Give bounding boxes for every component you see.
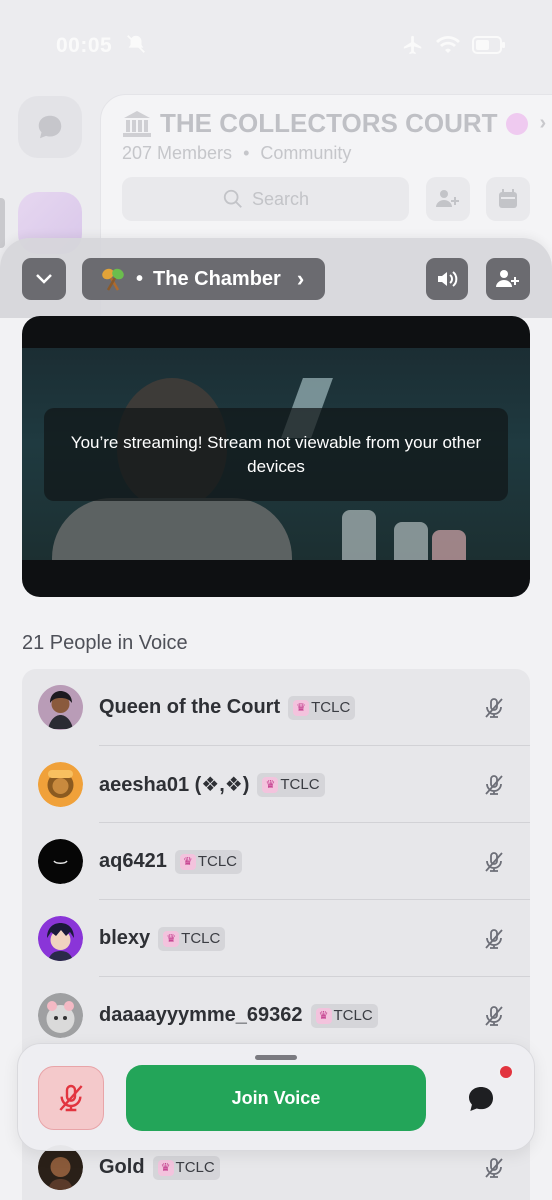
member-name-text: blexy: [99, 927, 151, 949]
member-count: 207 Members: [122, 143, 233, 163]
server-tag-text: TCLC: [181, 930, 221, 947]
notification-dot: [498, 1064, 514, 1080]
server-tag-text: TCLC: [311, 699, 351, 716]
stream-notice-text: You’re streaming! Stream not viewable fr…: [70, 432, 482, 476]
server-invite-button[interactable]: [426, 177, 470, 221]
crown-icon: ♛: [163, 930, 180, 947]
member-row[interactable]: Queen of the Court ♛ TCLC: [22, 669, 530, 746]
chat-bubble-icon: [469, 1087, 493, 1111]
avatar: [38, 762, 83, 807]
invite-to-voice-button[interactable]: [486, 258, 530, 300]
member-row[interactable]: blexy ♛ TCLC: [22, 900, 530, 977]
channel-name: The Chamber: [153, 267, 281, 290]
crown-icon: ♛: [293, 699, 310, 716]
stream-notice: You’re streaming! Stream not viewable fr…: [44, 408, 508, 501]
crown-icon: ♛: [262, 776, 279, 793]
channel-bullet: •: [136, 267, 144, 290]
server-tag-text: TCLC: [175, 1159, 215, 1176]
calendar-icon: [499, 189, 517, 208]
status-bar: 00:05: [0, 0, 552, 90]
member-name-text: Queen of the Court: [99, 696, 281, 718]
search-icon: [223, 189, 242, 208]
member-name: aeesha01 (❖,❖) ♛ TCLC: [99, 772, 325, 797]
airplane-mode-icon: [403, 35, 422, 55]
member-row[interactable]: aeesha01 (❖,❖) ♛ TCLC: [22, 746, 530, 823]
server-boost-badge-icon: [505, 112, 528, 135]
speaker-button[interactable]: [426, 258, 468, 300]
member-name-text: Gold: [99, 1156, 145, 1178]
member-name-text: aq6421: [99, 850, 167, 872]
server-selected-indicator: [0, 198, 5, 248]
stream-preview[interactable]: You’re streaming! Stream not viewable fr…: [22, 316, 530, 597]
direct-messages-button[interactable]: [18, 96, 82, 158]
mic-muted-icon: [485, 774, 503, 795]
mic-muted-icon: [485, 1005, 503, 1026]
mic-muted-icon: [485, 697, 503, 718]
server-tag-text: TCLC: [333, 1007, 373, 1024]
server-tag-badge: ♛ TCLC: [257, 772, 325, 797]
silent-bell-icon: [127, 35, 145, 53]
maracas-icon: [102, 268, 124, 291]
avatar: [38, 1145, 83, 1190]
mute-toggle-button[interactable]: [38, 1066, 104, 1130]
crown-icon: ♛: [315, 1007, 332, 1024]
subtitle-separator: •: [243, 143, 250, 163]
status-time: 00:05: [56, 34, 113, 57]
server-tag-badge: ♛ TCLC: [310, 1003, 378, 1028]
mic-muted-icon: [59, 1084, 83, 1112]
member-name: aq6421 ♛ TCLC: [99, 849, 243, 874]
chevron-right-icon: ›: [539, 112, 547, 134]
server-name: THE COLLECTORS COURT: [160, 108, 498, 138]
collapse-button[interactable]: [22, 258, 66, 300]
add-user-icon: [496, 270, 519, 287]
speaker-icon: [438, 271, 458, 287]
member-name-text: aeesha01 (❖,❖): [99, 774, 250, 796]
chat-bubble-icon: [38, 115, 62, 139]
battery-icon: [472, 36, 505, 54]
background-bottle: [394, 522, 428, 560]
member-name: blexy ♛ TCLC: [99, 926, 226, 951]
server-tag-badge: ♛ TCLC: [152, 1155, 220, 1180]
join-voice-button[interactable]: Join Voice: [126, 1065, 426, 1131]
add-user-icon: [436, 190, 459, 207]
server-search-input[interactable]: Search: [122, 177, 409, 221]
server-tag-badge: ♛ TCLC: [288, 695, 356, 720]
avatar: [38, 916, 83, 961]
chevron-right-icon: ›: [296, 266, 305, 291]
people-in-voice-heading: 21 People in Voice: [22, 632, 188, 654]
server-tag-badge: ♛ TCLC: [174, 849, 243, 874]
mic-muted-icon: [485, 1157, 503, 1178]
member-row[interactable]: aq6421 ♛ TCLC: [22, 823, 530, 900]
building-icon: [123, 110, 151, 137]
server-title[interactable]: THE COLLECTORS COURT ›: [122, 108, 546, 139]
voice-chat-button[interactable]: [456, 1074, 506, 1124]
server-type: Community: [260, 143, 352, 163]
wifi-icon: [436, 36, 460, 53]
server-tag-badge: ♛ TCLC: [158, 926, 226, 951]
voice-channel-pill[interactable]: • The Chamber ›: [82, 258, 325, 300]
avatar: [38, 993, 83, 1038]
stream-figure-body: [52, 498, 292, 560]
search-placeholder: Search: [251, 188, 310, 209]
server-events-button[interactable]: [486, 177, 530, 221]
drag-handle[interactable]: [255, 1055, 297, 1060]
mic-muted-icon: [485, 851, 503, 872]
avatar: [38, 839, 83, 884]
member-name: daaaayyymme_69362 ♛ TCLC: [99, 1003, 378, 1028]
background-bottle: [432, 530, 466, 560]
crown-icon: ♛: [179, 853, 196, 870]
server-subtitle: 207 Members • Community: [122, 143, 351, 164]
mic-muted-icon: [485, 928, 503, 949]
member-name: Gold ♛ TCLC: [99, 1155, 220, 1180]
background-bottle: [342, 510, 376, 560]
server-tag-text: TCLC: [280, 776, 320, 793]
chevron-down-icon: [36, 274, 52, 284]
member-name-text: daaaayyymme_69362: [99, 1004, 303, 1026]
server-tag-text: TCLC: [197, 853, 238, 870]
crown-icon: ♛: [157, 1159, 174, 1176]
member-name: Queen of the Court ♛ TCLC: [99, 695, 356, 720]
avatar: [38, 685, 83, 730]
